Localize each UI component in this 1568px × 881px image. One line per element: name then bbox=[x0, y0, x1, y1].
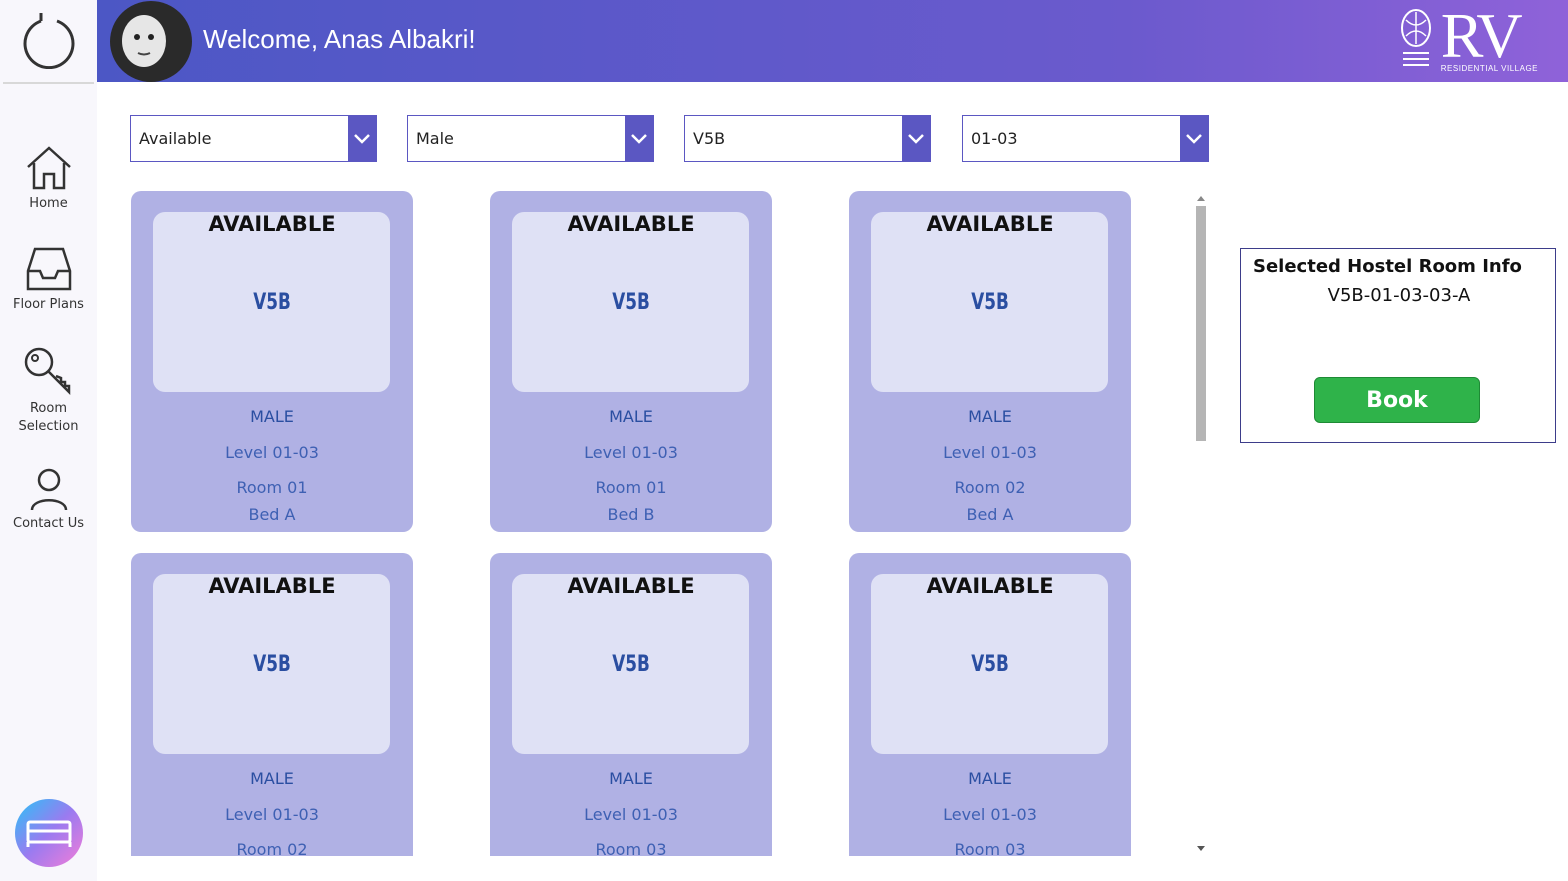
welcome-text: Welcome, Anas Albakri! bbox=[203, 24, 476, 54]
card-room: Room 03 bbox=[954, 840, 1026, 856]
chevron-down-icon bbox=[348, 116, 376, 161]
nav-floor-plans[interactable]: Floor Plans bbox=[0, 246, 97, 314]
card-block: V5B bbox=[612, 290, 650, 315]
book-button[interactable]: Book bbox=[1314, 377, 1480, 423]
card-status: AVAILABLE bbox=[208, 212, 336, 236]
card-level: Level 01-03 bbox=[943, 443, 1037, 462]
card-gender: MALE bbox=[968, 407, 1012, 426]
card-status: AVAILABLE bbox=[926, 212, 1054, 236]
card-block: V5B bbox=[253, 652, 291, 677]
card-gender: MALE bbox=[609, 769, 653, 788]
info-title: Selected Hostel Room Info bbox=[1253, 256, 1522, 277]
home-icon bbox=[26, 146, 71, 190]
person-icon bbox=[30, 468, 67, 511]
selected-room-id: V5B-01-03-03-A bbox=[1327, 285, 1471, 306]
room-card[interactable]: AVAILABLE V5B MALE Level 01-03 Room 02 B… bbox=[849, 191, 1131, 532]
room-card[interactable]: AVAILABLE V5B MALE Level 01-03 Room 02 bbox=[131, 553, 413, 856]
card-room: Room 01 bbox=[236, 478, 308, 497]
card-gender: MALE bbox=[250, 407, 294, 426]
room-gallery: AVAILABLE V5B MALE Level 01-03 Room 01 B… bbox=[131, 191, 1209, 856]
refresh-button[interactable] bbox=[3, 0, 94, 84]
level-dropdown-value: 01-03 bbox=[971, 129, 1018, 148]
card-gender: MALE bbox=[609, 407, 653, 426]
scroll-down-icon bbox=[1197, 846, 1205, 851]
card-gender: MALE bbox=[968, 769, 1012, 788]
card-status: AVAILABLE bbox=[208, 574, 336, 598]
card-block: V5B bbox=[612, 652, 650, 677]
scroll-up-icon bbox=[1197, 196, 1205, 201]
bed-button[interactable] bbox=[15, 799, 83, 867]
nav-home[interactable]: Home bbox=[0, 145, 97, 213]
chevron-down-icon bbox=[1180, 116, 1208, 161]
gallery-scrollbar[interactable] bbox=[1194, 191, 1208, 856]
scroll-thumb[interactable] bbox=[1196, 206, 1206, 441]
avatar bbox=[110, 1, 192, 82]
card-level: Level 01-03 bbox=[584, 805, 678, 824]
chevron-down-icon bbox=[902, 116, 930, 161]
room-card[interactable]: AVAILABLE V5B MALE Level 01-03 Room 03 bbox=[490, 553, 772, 856]
nav-room-selection[interactable]: Room Selection bbox=[0, 346, 97, 436]
nav-home-label: Home bbox=[29, 196, 68, 211]
nav-contact-us-label: Contact Us bbox=[13, 516, 84, 531]
logo-subtitle: RESIDENTIAL VILLAGE bbox=[1440, 64, 1538, 73]
card-room: Room 03 bbox=[595, 840, 667, 856]
rv-logo: RV RESIDENTIAL VILLAGE bbox=[1397, 0, 1538, 73]
gender-dropdown-value: Male bbox=[416, 129, 454, 148]
chevron-down-icon bbox=[625, 116, 653, 161]
bed-icon bbox=[26, 820, 72, 847]
room-card[interactable]: AVAILABLE V5B MALE Level 01-03 Room 03 bbox=[849, 553, 1131, 856]
room-card[interactable]: AVAILABLE V5B MALE Level 01-03 Room 01 B… bbox=[131, 191, 413, 532]
card-room: Room 01 bbox=[595, 478, 667, 497]
card-bed: Bed A bbox=[966, 505, 1014, 524]
card-level: Level 01-03 bbox=[225, 805, 319, 824]
level-dropdown[interactable]: 01-03 bbox=[962, 115, 1209, 162]
card-level: Level 01-03 bbox=[943, 805, 1037, 824]
card-gender: MALE bbox=[250, 769, 294, 788]
card-block: V5B bbox=[253, 290, 291, 315]
card-room: Room 02 bbox=[954, 478, 1026, 497]
room-card[interactable]: AVAILABLE V5B MALE Level 01-03 Room 01 B… bbox=[490, 191, 772, 532]
card-status: AVAILABLE bbox=[567, 574, 695, 598]
card-status: AVAILABLE bbox=[567, 212, 695, 236]
card-level: Level 01-03 bbox=[584, 443, 678, 462]
card-block: V5B bbox=[971, 290, 1009, 315]
gender-dropdown[interactable]: Male bbox=[407, 115, 654, 162]
header: Welcome, Anas Albakri! RV RESIDENTIAL VI… bbox=[97, 0, 1568, 82]
nav-room-selection-label: Room Selection bbox=[18, 401, 79, 434]
status-dropdown[interactable]: Available bbox=[130, 115, 377, 162]
card-level: Level 01-03 bbox=[225, 443, 319, 462]
inbox-icon bbox=[26, 247, 71, 291]
block-dropdown[interactable]: V5B bbox=[684, 115, 931, 162]
sidebar: Home Floor Plans Room Selection Contact … bbox=[0, 0, 97, 881]
card-status: AVAILABLE bbox=[926, 574, 1054, 598]
nav-contact-us[interactable]: Contact Us bbox=[0, 467, 97, 533]
selected-room-info-panel: Selected Hostel Room Info V5B-01-03-03-A… bbox=[1240, 248, 1556, 443]
card-bed: Bed A bbox=[248, 505, 296, 524]
logo-text: RV bbox=[1440, 0, 1523, 71]
block-dropdown-value: V5B bbox=[693, 129, 726, 148]
key-icon bbox=[24, 347, 70, 396]
crest-icon bbox=[1400, 9, 1431, 66]
card-room: Room 02 bbox=[236, 840, 308, 856]
refresh-icon bbox=[23, 13, 74, 69]
status-dropdown-value: Available bbox=[139, 129, 212, 148]
card-bed: Bed B bbox=[607, 505, 655, 524]
card-block: V5B bbox=[971, 652, 1009, 677]
nav-floor-plans-label: Floor Plans bbox=[13, 297, 84, 312]
